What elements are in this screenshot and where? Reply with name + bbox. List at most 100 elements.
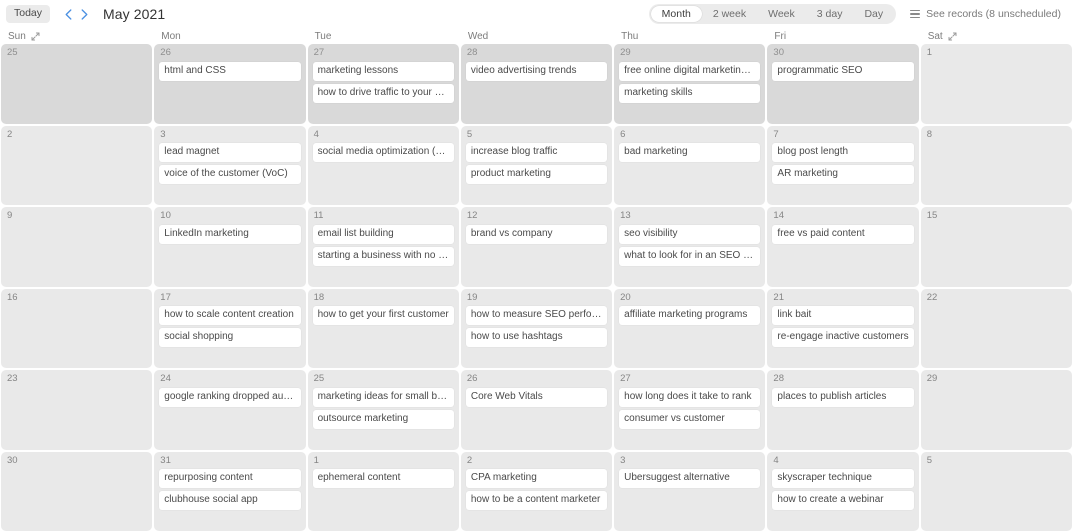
event-card[interactable]: free online digital marketing courses	[619, 61, 761, 81]
day-cell[interactable]: 27 how long does it take to rank consumer …	[614, 370, 766, 450]
day-cell[interactable]: 5	[920, 451, 1072, 531]
event-card[interactable]: google ranking dropped automatic...	[159, 387, 301, 407]
view-option-month[interactable]: Month	[650, 6, 702, 22]
event-card[interactable]: bad marketing	[619, 143, 761, 163]
day-cell[interactable]: 24 google ranking dropped automatic...	[154, 370, 306, 450]
weekday-header-sat: Sat	[920, 28, 1073, 44]
event-card[interactable]: how to be a content marketer	[465, 491, 608, 511]
day-cell[interactable]: 22	[920, 288, 1072, 368]
day-cell[interactable]: 26 Core Web Vitals	[460, 370, 613, 450]
see-records-button[interactable]: See records (8 unscheduled)	[910, 8, 1065, 20]
day-cell[interactable]: 1	[920, 44, 1072, 124]
day-cell[interactable]: 13 seo visibility what to look for in an S…	[614, 207, 766, 287]
event-card[interactable]: social shopping	[159, 328, 301, 348]
event-card[interactable]: free vs paid content	[772, 224, 914, 244]
weekday-header-row: Sun Mon Tue Wed Thu Fri Sat	[0, 28, 1073, 44]
event-card[interactable]: affiliate marketing programs	[619, 306, 761, 326]
chevron-right-icon[interactable]	[78, 6, 91, 22]
event-card[interactable]: how to create a webinar	[772, 491, 914, 511]
day-cell[interactable]: 5 increase blog traffic product marketing	[460, 125, 613, 205]
event-card[interactable]: marketing ideas for small business	[312, 387, 454, 407]
day-cell[interactable]: 18 how to get your first customer	[307, 288, 459, 368]
day-cell[interactable]: 4 skyscraper technique how to create a web…	[767, 451, 919, 531]
day-cell[interactable]: 4 social media optimization (SMO)	[307, 125, 459, 205]
event-card[interactable]: outsource marketing	[312, 409, 454, 429]
event-card[interactable]: how to measure SEO performance	[465, 306, 608, 326]
day-cell[interactable]: 30	[1, 451, 153, 531]
day-cell[interactable]: 8	[920, 125, 1072, 205]
day-cell[interactable]: 12 brand vs company	[460, 207, 613, 287]
day-cell[interactable]: 27 marketing lessons how to drive traffic …	[307, 44, 459, 124]
day-cell[interactable]: 25 marketing ideas for small businessouts…	[307, 370, 459, 450]
event-card[interactable]: repurposing content	[159, 469, 301, 489]
day-cell[interactable]: 21 link bait re-engage inactive customers	[767, 288, 919, 368]
day-cell[interactable]: 25	[1, 44, 153, 124]
event-card[interactable]: brand vs company	[465, 224, 608, 244]
day-cell[interactable]: 17 how to scale content creation social sh…	[154, 288, 306, 368]
event-card[interactable]: html and CSS	[159, 61, 301, 81]
view-option-day[interactable]: Day	[853, 6, 894, 22]
event-card[interactable]: lead magnet	[159, 143, 301, 163]
event-card[interactable]: consumer vs customer	[619, 409, 761, 429]
event-card[interactable]: ephemeral content	[312, 469, 454, 489]
day-cell[interactable]: 23	[1, 370, 153, 450]
day-cell[interactable]: 14 free vs paid content	[767, 207, 919, 287]
day-cell[interactable]: 20 affiliate marketing programs	[614, 288, 766, 368]
event-card[interactable]: how to drive traffic to your shopify ...	[312, 83, 454, 103]
event-card[interactable]: AR marketing	[772, 165, 914, 185]
day-cell[interactable]: 16	[1, 288, 153, 368]
day-cell[interactable]: 11 email list building starting a business…	[307, 207, 459, 287]
day-cell[interactable]: 31 repurposing content clubhouse social ap…	[154, 451, 306, 531]
day-cell[interactable]: 15	[920, 207, 1072, 287]
day-cell[interactable]: 10 LinkedIn marketing	[154, 207, 306, 287]
day-cell[interactable]: 29 free online digital marketing coursesm…	[614, 44, 766, 124]
event-card[interactable]: seo visibility	[619, 224, 761, 244]
day-cell[interactable]: 19 how to measure SEO performancehow to u…	[460, 288, 613, 368]
day-cell[interactable]: 1 ephemeral content	[307, 451, 459, 531]
day-cell[interactable]: 7 blog post length AR marketing	[767, 125, 919, 205]
event-card[interactable]: social media optimization (SMO)	[312, 143, 454, 163]
event-card[interactable]: Ubersuggest alternative	[619, 469, 761, 489]
event-card[interactable]: blog post length	[772, 143, 914, 163]
view-option-3-day[interactable]: 3 day	[806, 6, 854, 22]
event-card[interactable]: product marketing	[465, 165, 608, 185]
event-card[interactable]: programmatic SEO	[772, 61, 914, 81]
event-card[interactable]: how long does it take to rank	[619, 387, 761, 407]
event-card[interactable]: how to get your first customer	[312, 306, 454, 326]
event-card[interactable]: places to publish articles	[772, 387, 914, 407]
event-card[interactable]: LinkedIn marketing	[159, 224, 301, 244]
event-card[interactable]: link bait	[772, 306, 914, 326]
day-cell[interactable]: 2 CPA marketing how to be a content market…	[460, 451, 613, 531]
event-card[interactable]: Core Web Vitals	[465, 387, 608, 407]
event-card[interactable]: what to look for in an SEO Company	[619, 246, 761, 266]
event-card[interactable]: voice of the customer (VoC)	[159, 165, 301, 185]
chevron-left-icon[interactable]	[62, 6, 75, 22]
today-button[interactable]: Today	[6, 5, 51, 23]
event-card[interactable]: marketing lessons	[312, 61, 454, 81]
event-card[interactable]: how to use hashtags	[465, 328, 608, 348]
day-cell[interactable]: 3 Ubersuggest alternative	[614, 451, 766, 531]
event-card[interactable]: email list building	[312, 224, 454, 244]
event-card[interactable]: marketing skills	[619, 83, 761, 103]
day-cell[interactable]: 3 lead magnet voice of the customer (VoC)	[154, 125, 306, 205]
view-option-2-week[interactable]: 2 week	[702, 6, 757, 22]
day-cell[interactable]: 26 html and CSS	[154, 44, 306, 124]
day-cell[interactable]: 6 bad marketing	[614, 125, 766, 205]
day-cell[interactable]: 28 places to publish articles	[767, 370, 919, 450]
event-card[interactable]: how to scale content creation	[159, 306, 301, 326]
event-card[interactable]: increase blog traffic	[465, 143, 608, 163]
day-cell[interactable]: 9	[1, 207, 153, 287]
event-card[interactable]: skyscraper technique	[772, 469, 914, 489]
expand-arrows-icon[interactable]	[31, 32, 40, 41]
expand-arrows-icon[interactable]	[948, 32, 957, 41]
event-card[interactable]: re-engage inactive customers	[772, 328, 914, 348]
view-option-week[interactable]: Week	[757, 6, 806, 22]
event-card[interactable]: starting a business with no experien...	[312, 246, 454, 266]
day-cell[interactable]: 30 programmatic SEO	[767, 44, 919, 124]
event-card[interactable]: video advertising trends	[465, 61, 608, 81]
event-card[interactable]: CPA marketing	[465, 469, 608, 489]
day-cell[interactable]: 2	[1, 125, 153, 205]
event-card[interactable]: clubhouse social app	[159, 491, 301, 511]
day-cell[interactable]: 29	[920, 370, 1072, 450]
day-cell[interactable]: 28 video advertising trends	[460, 44, 613, 124]
